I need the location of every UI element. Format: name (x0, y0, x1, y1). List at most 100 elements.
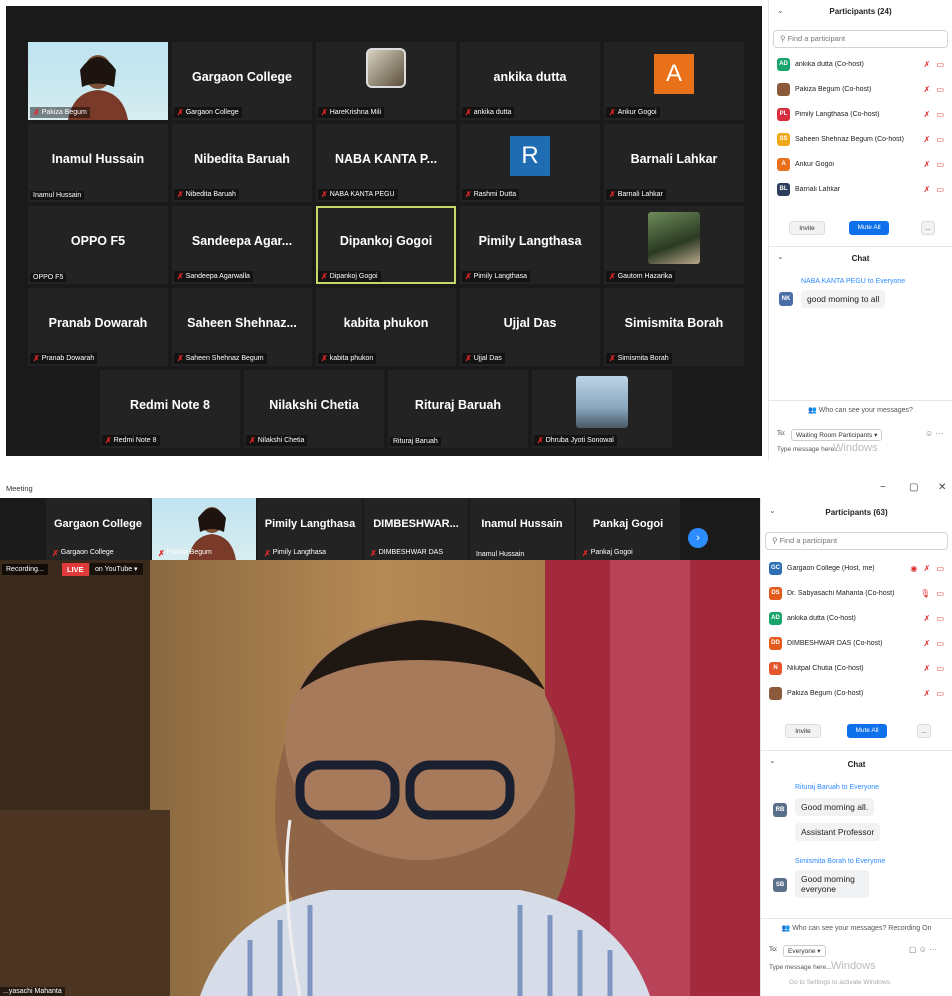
participant-row[interactable]: Pakiza Begum (Co-host) ✗ ▭ (769, 685, 946, 701)
mic-muted-icon: ✗ (609, 272, 616, 281)
participant-name: Redmi Note 8 (130, 398, 210, 412)
mic-video-status-icon[interactable]: ✗ ▭ (924, 639, 946, 648)
mic-video-status-icon[interactable]: ✗ ▭ (924, 664, 946, 673)
participant-name: Gargaon College (53, 518, 143, 530)
chat-message: Good morning all. (795, 798, 875, 816)
video-tile[interactable]: ✗ Pakiza Begum (152, 498, 256, 560)
participant-row[interactable]: DD DIMBESHWAR DAS (Co-host) ✗ ▭ (769, 635, 946, 651)
tile-label-text: OPPO F5 (33, 274, 64, 281)
more-button[interactable]: ... (921, 221, 935, 235)
video-tile[interactable]: ✗ Dhruba Jyoti Sonowal (532, 370, 672, 448)
video-tile[interactable]: Rituraj Baruah Rituraj Baruah (388, 370, 528, 448)
mic-muted-icon: ✗ (177, 354, 184, 363)
participant-row[interactable]: N Nilutpal Chutia (Co-host) ✗ ▭ (769, 660, 946, 676)
participant-name: Simismita Borah (624, 316, 724, 330)
participant-name: Inamul Hussain (51, 152, 145, 166)
video-tile[interactable]: ✗ Pakiza Begum (28, 42, 168, 120)
video-tile[interactable]: Redmi Note 8 ✗ Redmi Note 8 (100, 370, 240, 448)
video-tile[interactable]: kabita phukon ✗ kabita phukon (316, 288, 456, 366)
participant-name: DIMBESHWAR DAS (Co-host) (787, 639, 883, 647)
video-tile[interactable]: Gargaon College ✗ Gargaon College (172, 42, 312, 120)
video-tile[interactable]: ✗ Gautom Hazarika (604, 206, 744, 284)
mic-video-status-icon[interactable]: ✗ ▭ (924, 614, 946, 623)
video-tile[interactable]: NABA KANTA P... ✗ NABA KANTA PEGU (316, 124, 456, 202)
mic-video-status-icon[interactable]: ✗ ▭ (924, 85, 946, 94)
windows-watermark: Windows (833, 442, 878, 454)
mic-muted-icon: ✗ (264, 549, 271, 558)
next-page-icon[interactable]: › (688, 528, 708, 548)
avatar: N (769, 661, 782, 675)
tile-label-text: Pakiza Begum (41, 109, 87, 116)
video-tile[interactable]: A ✗ Ankur Gogoi (604, 42, 744, 120)
participant-row[interactable]: AD ankika dutta (Co-host) ✗ ▭ (777, 56, 946, 72)
video-tile[interactable]: Sandeepa Agar... ✗ Sandeepa Agarwalla (172, 206, 312, 284)
mute-all-button[interactable]: Mute All (847, 724, 887, 738)
tile-label-text: kabita phukon (329, 355, 374, 362)
video-tile[interactable]: R ✗ Rashmi Dutta (460, 124, 600, 202)
avatar: SS (777, 132, 790, 146)
minimize-button[interactable]: − (880, 482, 886, 493)
maximize-button[interactable]: ▢ (909, 482, 918, 493)
video-tile[interactable]: DIMBESHWAR... ✗ DIMBESHWAR DAS (364, 498, 468, 560)
video-tile[interactable]: Saheen Shehnaz... ✗ Saheen Shehnaz Begum (172, 288, 312, 366)
mic-video-status-icon[interactable]: ✗ ▭ (924, 689, 946, 698)
search-input[interactable]: ⚲ Find a participant (773, 30, 948, 48)
participant-name: Pimily Langthasa (478, 234, 582, 248)
video-tile[interactable]: OPPO F5 OPPO F5 (28, 206, 168, 284)
participant-name: Gargaon College (191, 70, 293, 84)
video-tile[interactable]: Nibedita Baruah ✗ Nibedita Baruah (172, 124, 312, 202)
participant-row[interactable]: Pakiza Begum (Co-host) ✗ ▭ (777, 81, 946, 97)
tile-label-text: Simismita Borah (617, 355, 669, 362)
participant-row[interactable]: A Ankur Gogoi ✗ ▭ (777, 156, 946, 172)
participant-row[interactable]: DS Dr. Sabyasachi Mahanta (Co-host) 🎙 ▭ (769, 585, 946, 601)
participant-row[interactable]: GC Gargaon College (Host, me) ◉ ✗ ▭ (769, 560, 946, 576)
video-tile[interactable]: Nilakshi Chetia ✗ Nilakshi Chetia (244, 370, 384, 448)
mute-all-button[interactable]: Mute All (849, 221, 889, 235)
video-tile[interactable]: ankika dutta ✗ ankika dutta (460, 42, 600, 120)
who-can-see-link[interactable]: 👥 Who can see your messages? Recording O… (761, 924, 952, 932)
video-tile[interactable]: Pankaj Gogoi ✗ Pankaj Gogoi (576, 498, 680, 560)
video-tile[interactable]: Gargaon College ✗ Gargaon College (46, 498, 150, 560)
who-can-see-link[interactable]: 👥 Who can see your messages? (769, 406, 952, 414)
more-button[interactable]: ... (917, 724, 931, 738)
message-input[interactable]: Type message here... (777, 446, 840, 453)
avatar: SB (773, 878, 787, 892)
participant-name: OPPO F5 (70, 234, 126, 248)
video-tile[interactable]: Pranab Dowarah ✗ Pranab Dowarah (28, 288, 168, 366)
video-tile[interactable]: Pimily Langthasa ✗ Pimily Langthasa (258, 498, 362, 560)
video-tile[interactable]: Simismita Borah ✗ Simismita Borah (604, 288, 744, 366)
video-tile[interactable]: Dipankoj Gogoi ✗ Dipankoj Gogoi (316, 206, 456, 284)
video-tile[interactable]: Inamul Hussain Inamul Hussain (28, 124, 168, 202)
search-input[interactable]: ⚲ Find a participant (765, 532, 948, 550)
participant-row[interactable]: AD ankika dutta (Co-host) ✗ ▭ (769, 610, 946, 626)
video-tile[interactable]: ✗ HareKrishna Mili (316, 42, 456, 120)
emoji-icon[interactable]: ☺ ··· (925, 429, 943, 438)
video-tile[interactable]: Pimily Langthasa ✗ Pimily Langthasa (460, 206, 600, 284)
invite-button[interactable]: Invite (785, 724, 821, 738)
mic-video-status-icon[interactable]: 🎙 ▭ (920, 589, 946, 598)
mic-video-status-icon[interactable]: ◉ ✗ ▭ (910, 564, 946, 573)
youtube-dropdown[interactable]: on YouTube ▾ (90, 563, 143, 575)
file-icon[interactable]: ▢ ☺ ··· (909, 945, 937, 954)
video-tile[interactable]: Barnali Lahkar ✗ Barnali Lahkar (604, 124, 744, 202)
chat-sender: NABA KANTA PEGU to Everyone (801, 278, 906, 285)
tile-label: ✗ Rashmi Dutta (462, 189, 520, 200)
tile-label-text: Sandeepa Agarwalla (185, 273, 250, 280)
invite-button[interactable]: Invite (789, 221, 825, 235)
participant-row[interactable]: SS Saheen Shehnaz Begum (Co-host) ✗ ▭ (777, 131, 946, 147)
recipient-dropdown[interactable]: Everyone ▾ (783, 945, 826, 957)
mic-video-status-icon[interactable]: ✗ ▭ (924, 60, 946, 69)
recipient-dropdown[interactable]: Waiting Room Participants ▾ (791, 429, 883, 441)
video-tile[interactable]: Inamul Hussain Inamul Hussain (470, 498, 574, 560)
participant-name: Inamul Hussain (481, 518, 563, 530)
mic-video-status-icon[interactable]: ✗ ▭ (924, 160, 946, 169)
message-input[interactable]: Type message here... (769, 964, 832, 971)
mic-muted-icon: ✗ (321, 354, 328, 363)
video-tile[interactable]: Ujjal Das ✗ Ujjal Das (460, 288, 600, 366)
participant-row[interactable]: BL Barnali Lahkar ✗ ▭ (777, 181, 946, 197)
mic-video-status-icon[interactable]: ✗ ▭ (924, 135, 946, 144)
mic-video-status-icon[interactable]: ✗ ▭ (924, 110, 946, 119)
participant-row[interactable]: PL Pimily Langthasa (Co-host) ✗ ▭ (777, 106, 946, 122)
close-button[interactable]: ✕ (938, 482, 946, 493)
mic-video-status-icon[interactable]: ✗ ▭ (924, 185, 946, 194)
